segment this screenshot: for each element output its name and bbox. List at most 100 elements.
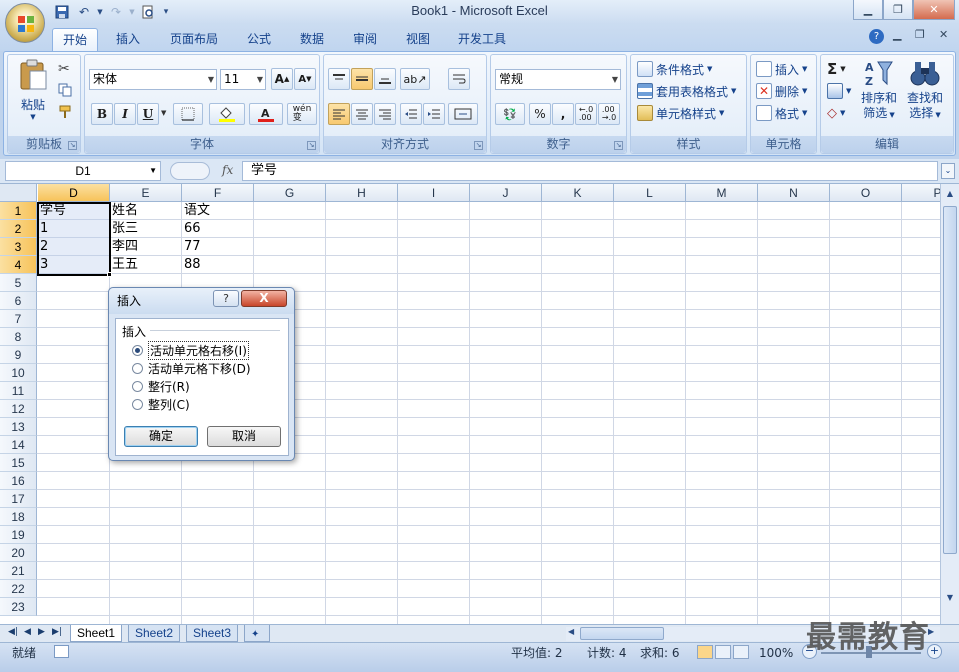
maximize-button[interactable]: ❐	[883, 0, 913, 20]
option-entire-row[interactable]: 整行(R)	[132, 377, 190, 395]
row-header-11[interactable]: 11	[0, 382, 37, 400]
formula-bar-splitter[interactable]	[170, 162, 210, 180]
decrease-decimal-button[interactable]: .00 →.0	[598, 103, 620, 125]
shrink-font-button[interactable]: A ▼	[294, 68, 316, 90]
align-top-button[interactable]	[328, 68, 350, 90]
font-launcher-icon[interactable]: ↘	[307, 141, 316, 150]
clipboard-launcher-icon[interactable]: ↘	[68, 141, 77, 150]
prev-sheet-icon[interactable]: ◀	[24, 627, 31, 637]
row-header-22[interactable]: 22	[0, 580, 37, 598]
row-header-10[interactable]: 10	[0, 364, 37, 382]
format-painter-icon[interactable]	[58, 105, 72, 119]
increase-indent-button[interactable]	[423, 103, 445, 125]
column-header-f[interactable]: F	[182, 184, 254, 202]
font-size-combo[interactable]: 11 ▼	[220, 69, 266, 90]
vertical-scrollbar[interactable]: ▲ ▼	[940, 184, 959, 624]
tab-insert[interactable]: 插入	[106, 28, 150, 51]
cell-d4[interactable]: 3	[38, 256, 110, 274]
zoom-level[interactable]: 100%	[759, 645, 793, 661]
expand-formula-bar-icon[interactable]: ⌄	[941, 163, 955, 179]
align-left-button[interactable]	[328, 103, 350, 125]
column-header-p[interactable]: P	[902, 184, 940, 202]
select-all-corner[interactable]	[0, 184, 37, 202]
column-header-k[interactable]: K	[542, 184, 614, 202]
sheet-tab-3[interactable]: Sheet3	[186, 625, 239, 642]
ok-button[interactable]: 确定	[124, 426, 198, 447]
insert-function-icon[interactable]: fx	[222, 163, 233, 177]
column-header-d[interactable]: D	[38, 184, 110, 202]
row-header-21[interactable]: 21	[0, 562, 37, 580]
row-header-23[interactable]: 23	[0, 598, 37, 616]
row-header-16[interactable]: 16	[0, 472, 37, 490]
ribbon-minimize-icon[interactable]: ▁	[893, 28, 901, 41]
radio-shift-down[interactable]	[132, 362, 143, 374]
autosum-button[interactable]: Σ ▼	[827, 58, 846, 80]
row-header-1[interactable]: 1	[0, 202, 37, 220]
alignment-launcher-icon[interactable]: ↘	[474, 141, 483, 150]
cell-d2[interactable]: 1	[38, 220, 110, 238]
office-button[interactable]	[5, 3, 45, 43]
scroll-up-icon[interactable]: ▲	[943, 186, 957, 202]
copy-icon[interactable]	[58, 83, 72, 97]
sheet-tab-1[interactable]: Sheet1	[70, 625, 123, 642]
decrease-indent-button[interactable]	[400, 103, 422, 125]
minimize-button[interactable]: ▁	[853, 0, 883, 20]
row-header-19[interactable]: 19	[0, 526, 37, 544]
cell-f3[interactable]: 77	[182, 238, 254, 256]
row-header-8[interactable]: 8	[0, 328, 37, 346]
cell-f4[interactable]: 88	[182, 256, 254, 274]
scroll-left-icon[interactable]: ◀	[568, 627, 574, 636]
last-sheet-icon[interactable]: ▶|	[52, 627, 62, 637]
borders-button[interactable]	[173, 103, 203, 125]
page-layout-view-icon[interactable]	[715, 645, 731, 659]
row-header-5[interactable]: 5	[0, 274, 37, 292]
tab-view[interactable]: 视图	[396, 28, 440, 51]
row-header-12[interactable]: 12	[0, 400, 37, 418]
radio-entire-row[interactable]	[132, 380, 143, 392]
horizontal-scroll-thumb[interactable]	[580, 627, 664, 640]
name-box[interactable]: D1 ▼	[5, 161, 161, 181]
vertical-scroll-thumb[interactable]	[943, 206, 957, 554]
row-header-14[interactable]: 14	[0, 436, 37, 454]
radio-entire-column[interactable]	[132, 398, 143, 410]
comma-button[interactable]: ,	[552, 103, 574, 125]
row-header-9[interactable]: 9	[0, 346, 37, 364]
insert-sheet-button[interactable]: ✦	[244, 625, 270, 642]
accounting-format-button[interactable]: 💱	[495, 103, 525, 125]
cell-styles-button[interactable]: 单元格样式 ▼	[637, 102, 724, 124]
number-format-combo[interactable]: 常规 ▼	[495, 69, 621, 90]
tab-data[interactable]: 数据	[290, 28, 334, 51]
first-sheet-icon[interactable]: ◀|	[8, 627, 18, 637]
row-header-6[interactable]: 6	[0, 292, 37, 310]
font-name-combo[interactable]: 宋体 ▼	[89, 69, 217, 90]
column-header-m[interactable]: M	[686, 184, 758, 202]
wrap-text-button[interactable]	[448, 68, 470, 90]
help-icon[interactable]: ?	[869, 29, 884, 44]
column-header-i[interactable]: I	[398, 184, 470, 202]
row-header-13[interactable]: 13	[0, 418, 37, 436]
dialog-help-button[interactable]: ?	[213, 290, 239, 307]
option-shift-down[interactable]: 活动单元格下移(D)	[132, 359, 251, 377]
column-header-o[interactable]: O	[830, 184, 902, 202]
align-center-button[interactable]	[351, 103, 373, 125]
page-break-view-icon[interactable]	[733, 645, 749, 659]
underline-dropdown-icon[interactable]: ▼	[161, 109, 166, 117]
formula-input[interactable]: 学号	[242, 161, 938, 181]
dialog-close-button[interactable]: X	[241, 290, 287, 307]
row-header-4[interactable]: 4	[0, 256, 37, 274]
percent-button[interactable]: %	[529, 103, 551, 125]
cell-d3[interactable]: 2	[38, 238, 110, 256]
format-as-table-button[interactable]: 套用表格格式 ▼	[637, 80, 736, 102]
tab-developer[interactable]: 开发工具	[448, 28, 516, 51]
scroll-down-icon[interactable]: ▼	[943, 590, 957, 606]
tab-formulas[interactable]: 公式	[237, 28, 281, 51]
column-header-h[interactable]: H	[326, 184, 398, 202]
column-header-j[interactable]: J	[470, 184, 542, 202]
phonetic-button[interactable]: wén 变	[287, 103, 317, 125]
font-color-button[interactable]: A	[249, 103, 283, 125]
column-header-g[interactable]: G	[254, 184, 326, 202]
cell-e4[interactable]: 王五	[110, 256, 182, 274]
close-button[interactable]: ✕	[913, 0, 955, 20]
macro-record-icon[interactable]	[54, 645, 69, 658]
sort-filter-button[interactable]: A Z 排序和 筛选 ▼	[857, 58, 901, 123]
